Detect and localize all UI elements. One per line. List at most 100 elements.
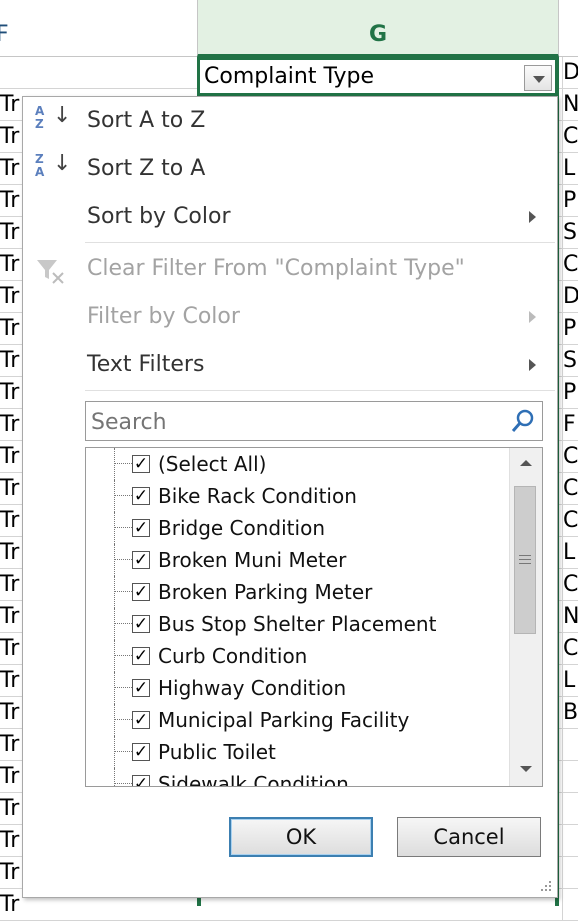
cell-f[interactable]: Tr — [0, 249, 24, 280]
list-scrollbar[interactable] — [509, 448, 542, 786]
cell-h[interactable]: P — [562, 185, 578, 216]
cell-h[interactable]: D — [562, 57, 578, 88]
sort-z-to-a-item[interactable]: Z A ↓ Sort Z to A — [23, 145, 557, 193]
cell-h[interactable]: S — [562, 345, 578, 376]
list-item[interactable]: ✓ Broken Muni Meter — [86, 544, 506, 576]
cell-h[interactable]: B — [562, 697, 578, 728]
cell-h[interactable] — [562, 761, 578, 792]
cell-f[interactable]: Tr — [0, 825, 24, 856]
checkbox[interactable]: ✓ — [132, 679, 150, 697]
cell-h[interactable] — [562, 825, 578, 856]
cell-f[interactable]: Tr — [0, 601, 24, 632]
cell-f[interactable]: Tr — [0, 473, 24, 504]
text-filters-item[interactable]: Text Filters — [23, 341, 557, 389]
cell-f[interactable]: Tr — [0, 441, 24, 472]
ok-button[interactable]: OK — [229, 817, 373, 857]
cell-h[interactable]: L — [562, 537, 578, 568]
cell-h[interactable]: L — [562, 665, 578, 696]
cell-f[interactable]: Tr — [0, 185, 24, 216]
cell-f[interactable]: Tr — [0, 121, 24, 152]
list-item[interactable]: ✓ Bridge Condition — [86, 512, 506, 544]
cancel-button[interactable]: Cancel — [397, 817, 541, 857]
cell-f[interactable]: Tr — [0, 729, 24, 760]
cell-f[interactable]: Tr — [0, 889, 24, 920]
list-item[interactable]: ✓ Curb Condition — [86, 640, 506, 672]
column-header-h[interactable] — [559, 0, 578, 57]
cell-h[interactable]: L — [562, 153, 578, 184]
cell-f[interactable]: Tr — [0, 665, 24, 696]
list-item-label: Broken Muni Meter — [158, 548, 347, 572]
search-icon[interactable] — [510, 408, 536, 434]
cell-h[interactable] — [562, 729, 578, 760]
checkbox[interactable]: ✓ — [132, 519, 150, 537]
cell-f[interactable]: Tr — [0, 281, 24, 312]
cell-h[interactable]: P — [562, 313, 578, 344]
cell-f[interactable]: Tr — [0, 409, 24, 440]
resize-grip-icon[interactable] — [539, 879, 553, 893]
header-cell-complaint-type[interactable]: Complaint Type — [197, 57, 559, 96]
tree-line — [114, 512, 115, 544]
sort-a-to-z-item[interactable]: A Z ↓ Sort A to Z — [23, 97, 557, 145]
filter-dropdown-button[interactable] — [524, 65, 552, 91]
cell-f[interactable]: Tr — [0, 697, 24, 728]
cell-f[interactable]: Tr — [0, 313, 24, 344]
cell-f[interactable]: Tr — [0, 217, 24, 248]
cell-h[interactable]: P — [562, 377, 578, 408]
list-item[interactable]: ✓ Sidewalk Condition — [86, 768, 506, 786]
cell-f[interactable]: Tr — [0, 345, 24, 376]
checkbox[interactable]: ✓ — [132, 743, 150, 761]
cell-h[interactable]: C — [562, 121, 578, 152]
checkbox[interactable]: ✓ — [132, 455, 150, 473]
cell-h[interactable]: C — [562, 633, 578, 664]
search-box — [85, 401, 543, 441]
cell-f[interactable]: Tr — [0, 793, 24, 824]
cell-f[interactable]: Tr — [0, 569, 24, 600]
cell-h[interactable]: C — [562, 569, 578, 600]
column-header-g[interactable]: G — [197, 0, 559, 57]
list-item[interactable]: ✓ Bike Rack Condition — [86, 480, 506, 512]
cell-f[interactable]: Tr — [0, 505, 24, 536]
cell-h[interactable] — [562, 857, 578, 888]
cell-h[interactable]: C — [562, 505, 578, 536]
checkbox[interactable]: ✓ — [132, 647, 150, 665]
cell-f[interactable]: Tr — [0, 153, 24, 184]
cell-h[interactable]: F — [562, 409, 578, 440]
checkbox[interactable]: ✓ — [132, 775, 150, 786]
checkbox[interactable]: ✓ — [132, 615, 150, 633]
list-item[interactable]: ✓ Broken Parking Meter — [86, 576, 506, 608]
cell-h[interactable]: N — [562, 89, 578, 120]
checkbox[interactable]: ✓ — [132, 583, 150, 601]
list-item[interactable]: ✓ Public Toilet — [86, 736, 506, 768]
filter-by-color-item[interactable]: Filter by Color — [23, 293, 557, 341]
list-item[interactable]: ✓ Municipal Parking Facility — [86, 704, 506, 736]
scroll-down-icon[interactable] — [520, 766, 532, 772]
column-header-f[interactable]: F — [0, 0, 197, 57]
search-input[interactable] — [89, 405, 503, 439]
cell-h[interactable]: C — [562, 441, 578, 472]
cell-h[interactable]: C — [562, 249, 578, 280]
scrollbar-thumb[interactable] — [514, 486, 536, 634]
list-item[interactable]: ✓ Bus Stop Shelter Placement — [86, 608, 506, 640]
tree-line — [114, 463, 134, 464]
cell-h[interactable]: C — [562, 473, 578, 504]
scroll-up-icon[interactable] — [520, 460, 532, 466]
cell-f[interactable]: Tr — [0, 377, 24, 408]
cell-h[interactable]: N — [562, 601, 578, 632]
cell-h[interactable]: D — [562, 281, 578, 312]
list-item[interactable]: ✓ Highway Condition — [86, 672, 506, 704]
cell-f[interactable]: Tr — [0, 633, 24, 664]
checkbox[interactable]: ✓ — [132, 551, 150, 569]
cell-h[interactable]: S — [562, 217, 578, 248]
clear-filter-item[interactable]: Clear Filter From "Complaint Type" — [23, 245, 557, 293]
cell-h[interactable] — [562, 889, 578, 920]
cell-f[interactable]: Tr — [0, 761, 24, 792]
cell-f[interactable]: Tr — [0, 857, 24, 888]
cell-h[interactable] — [562, 793, 578, 824]
checkbox[interactable]: ✓ — [132, 711, 150, 729]
cell-f[interactable]: Tr — [0, 537, 24, 568]
cell-f[interactable]: Tr — [0, 89, 24, 120]
checkbox[interactable]: ✓ — [132, 487, 150, 505]
select-all-item[interactable]: ✓ (Select All) — [86, 448, 506, 480]
sort-by-color-item[interactable]: Sort by Color — [23, 193, 557, 241]
menu-separator — [85, 242, 555, 243]
